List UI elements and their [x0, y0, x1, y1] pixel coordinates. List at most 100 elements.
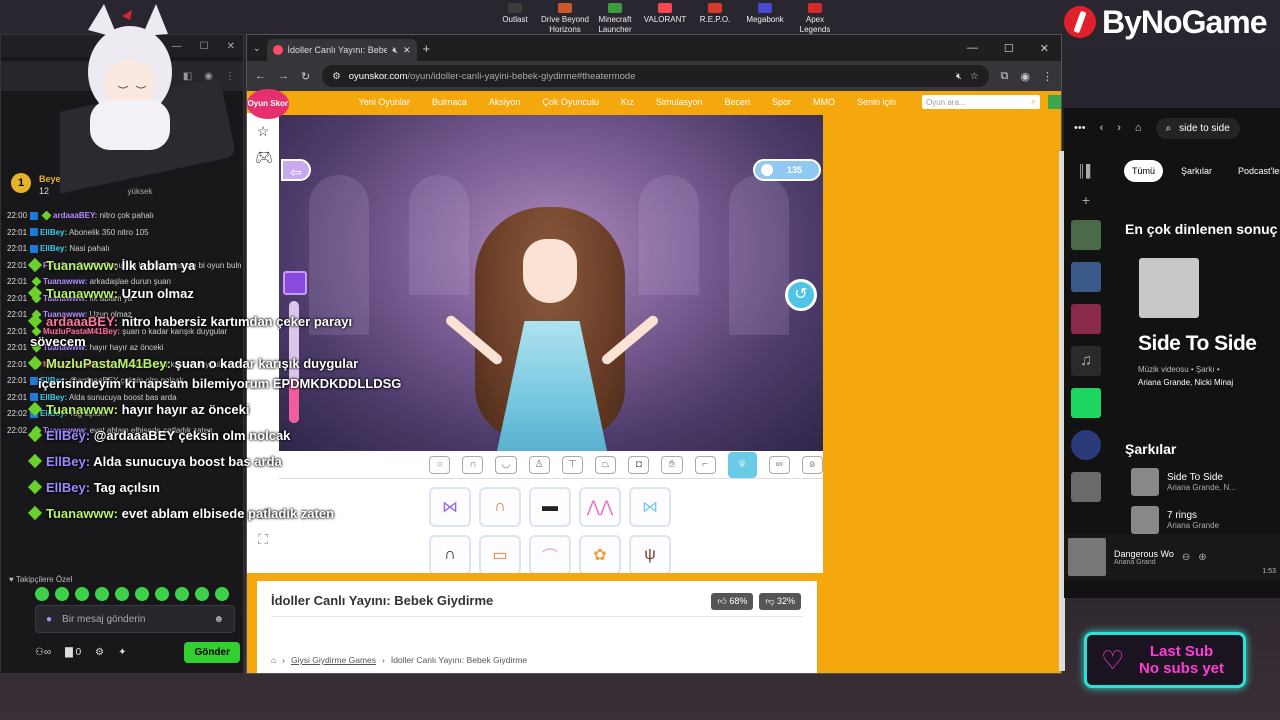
filter-songs[interactable]: Şarkılar: [1173, 160, 1220, 182]
shortcut-apex[interactable]: Apex Legends: [790, 0, 840, 36]
item-bow-ribbon[interactable]: ⋈: [429, 487, 471, 527]
category-top-icon[interactable]: ⊤: [561, 455, 583, 474]
spotify-search-input[interactable]: ⌕ side to side: [1155, 117, 1240, 139]
bookmark-icon[interactable]: [1071, 388, 1101, 418]
item-antlers[interactable]: ψ: [629, 535, 671, 573]
mic-icon[interactable]: ●: [46, 614, 52, 625]
category-skirt-icon[interactable]: ⏢: [594, 455, 617, 474]
extensions-icon[interactable]: ⧉: [1001, 70, 1009, 83]
rewards-icon[interactable]: ✦: [118, 647, 126, 658]
forward-icon[interactable]: ›: [1117, 122, 1121, 134]
chat-user[interactable]: ardaaaBEY:: [53, 211, 97, 220]
nav-aksiyon[interactable]: Aksiyon: [489, 97, 521, 107]
dislike-button[interactable]: 👎︎ 32%: [759, 593, 801, 610]
playlist-thumb[interactable]: [1071, 304, 1101, 334]
playlist-thumb[interactable]: [1071, 262, 1101, 292]
gamepad-icon[interactable]: 🎮︎: [255, 149, 273, 165]
item-camera-tag[interactable]: ▭: [479, 535, 521, 573]
emote-icon[interactable]: [75, 587, 89, 601]
close-icon[interactable]: ✕: [1040, 42, 1049, 55]
profile-icon[interactable]: ◉: [1020, 70, 1030, 83]
playlist-thumb[interactable]: [1071, 430, 1101, 460]
nav-kiz[interactable]: Kız: [621, 97, 634, 107]
category-shoe-icon[interactable]: ⌐: [694, 455, 716, 474]
user-icon[interactable]: [1047, 95, 1061, 109]
minimize-icon[interactable]: —: [967, 42, 978, 55]
music-note-icon[interactable]: ♫: [1071, 346, 1101, 376]
nav-yeni-oyunlar[interactable]: Yeni Oyunlar: [359, 97, 410, 107]
top-result-cover[interactable]: [1139, 258, 1199, 318]
browser-tab[interactable]: İdoller Canlı Yayını: Bebek G 🔇︎ ✕: [266, 39, 417, 61]
emote-icon[interactable]: [135, 587, 149, 601]
new-tab-icon[interactable]: +: [423, 41, 431, 56]
favorite-star-icon[interactable]: ☆: [255, 123, 271, 139]
emote-icon[interactable]: [35, 587, 49, 601]
nav-senin-icin[interactable]: Senin için: [857, 97, 896, 107]
song-row[interactable]: Side To Side Ariana Grande, N...: [1131, 468, 1236, 496]
shortcut-outlast[interactable]: Outlast: [490, 0, 540, 36]
category-dress-icon[interactable]: ♙: [528, 455, 550, 474]
settings-icon[interactable]: ⚙: [95, 647, 104, 658]
home-icon[interactable]: ⌂: [271, 655, 276, 665]
menu-icon[interactable]: ⋮: [1042, 70, 1053, 83]
emote-icon[interactable]: [195, 587, 209, 601]
library-icon[interactable]: ║▌: [1064, 164, 1108, 178]
item-headband[interactable]: ▬: [529, 487, 571, 527]
emote-icon[interactable]: [95, 587, 109, 601]
nav-bulmaca[interactable]: Bulmaca: [432, 97, 467, 107]
back-icon[interactable]: ‹: [1100, 122, 1104, 134]
game-back-button[interactable]: ⇦: [281, 159, 311, 181]
category-mask-icon[interactable]: ∞: [768, 455, 790, 474]
chat-message-input[interactable]: ● Bir mesaj gönderin ☻: [35, 605, 235, 633]
reload-icon[interactable]: ↻: [301, 70, 310, 83]
shortcut-repo[interactable]: R.E.P.O.: [690, 0, 740, 36]
emoji-icon[interactable]: ☻: [213, 614, 224, 625]
remove-icon[interactable]: ⊖: [1182, 552, 1190, 563]
shortcut-valorant[interactable]: VALORANT: [640, 0, 690, 36]
now-playing-artist[interactable]: Ariana Grand: [1114, 559, 1174, 566]
emote-icon[interactable]: [155, 587, 169, 601]
item-headphones[interactable]: ∩: [479, 487, 521, 527]
add-icon[interactable]: +: [1064, 192, 1108, 208]
more-icon[interactable]: •••: [1074, 122, 1086, 134]
chat-user[interactable]: Tuanawww:: [43, 277, 87, 286]
reset-button[interactable]: ↺: [785, 279, 817, 311]
shortcut-megabonk[interactable]: Megabonk: [740, 0, 790, 36]
category-hair-icon[interactable]: ∩: [462, 455, 484, 474]
like-button[interactable]: 👍︎ 68%: [711, 593, 754, 610]
chat-user[interactable]: EllBey:: [40, 228, 67, 237]
emote-icon[interactable]: [55, 587, 69, 601]
category-skin-icon[interactable]: ○: [429, 455, 451, 474]
tab-list-icon[interactable]: ⌄: [253, 43, 261, 54]
item-blue-bow[interactable]: ⋈: [629, 487, 671, 527]
search-icon[interactable]: ⌕: [1031, 97, 1035, 107]
filter-all[interactable]: Tümü: [1124, 160, 1164, 182]
item-black-headphones[interactable]: ∩: [429, 535, 471, 573]
fullscreen-icon[interactable]: ⛶: [255, 531, 271, 547]
playlist-thumb[interactable]: [1071, 472, 1101, 502]
bookmark-star-icon[interactable]: ☆: [970, 71, 979, 82]
category-face-icon[interactable]: ◡: [495, 455, 517, 474]
category-headwear-icon[interactable]: ♕: [727, 451, 757, 478]
song-row[interactable]: 7 rings Ariana Grande: [1131, 506, 1219, 534]
item-cat-ears[interactable]: ⋀⋀: [579, 487, 621, 527]
playlist-thumb[interactable]: [1071, 220, 1101, 250]
top-result-title[interactable]: Side To Side: [1138, 332, 1257, 356]
forward-icon[interactable]: →: [278, 70, 289, 82]
points-icon[interactable]: ⚇∞: [35, 647, 51, 658]
category-glove-icon[interactable]: ✋︎: [661, 455, 683, 474]
gift-icon[interactable]: [283, 271, 307, 295]
emote-icon[interactable]: [215, 587, 229, 601]
item-flower-clip[interactable]: ✿: [579, 535, 621, 573]
filter-podcasts[interactable]: Podcast'ler: [1230, 160, 1280, 182]
url-bar[interactable]: ⚙ oyunskor.com/oyun/idoller-canli-yayini…: [322, 65, 989, 87]
mute-icon[interactable]: 🔇︎: [956, 71, 962, 82]
bits-icon[interactable]: ▇ 0: [65, 647, 81, 658]
now-playing-title[interactable]: Dangerous Wo: [1114, 549, 1174, 559]
back-icon[interactable]: ←: [255, 70, 266, 82]
nav-mmo[interactable]: MMO: [813, 97, 835, 107]
chat-user[interactable]: EllBey:: [40, 244, 67, 253]
nav-cok-oyunculu[interactable]: Çok Oyunculu: [542, 97, 599, 107]
site-info-icon[interactable]: ⚙: [332, 71, 341, 82]
mute-icon[interactable]: 🔇︎: [392, 45, 398, 56]
